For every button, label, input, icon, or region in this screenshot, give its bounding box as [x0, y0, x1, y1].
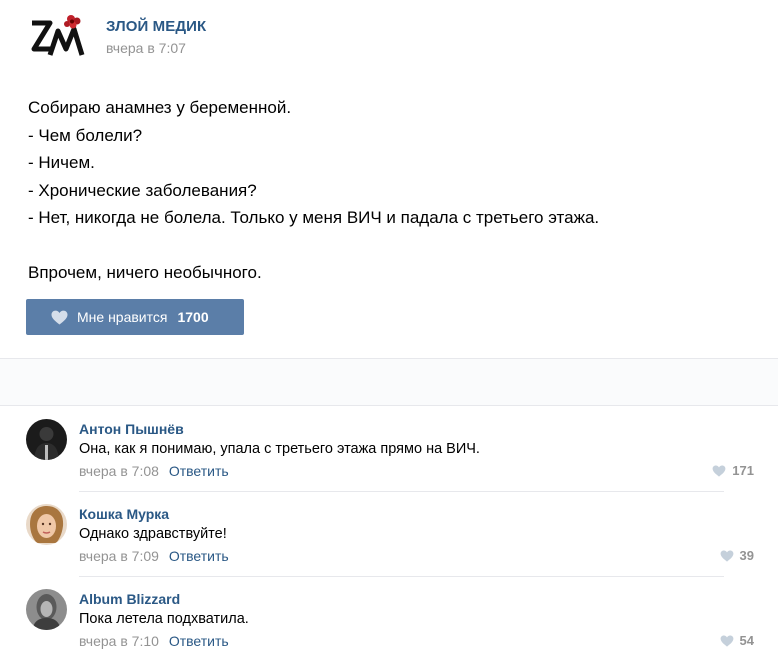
post-card: ЗЛОЙ МЕДИК вчера в 7:07 Собираю анамнез … [0, 0, 778, 358]
like-count: 1700 [177, 309, 209, 325]
post-text-line: - Хронические заболевания? [28, 180, 257, 200]
reply-button[interactable]: Ответить [169, 633, 229, 649]
avatar[interactable] [26, 419, 67, 460]
heart-icon [720, 634, 733, 647]
comment-meta: вчера в 7:08 Ответить [79, 463, 229, 479]
comment-item: Album Blizzard Пока летела подхватила. в… [0, 576, 778, 657]
post-timestamp[interactable]: вчера в 7:07 [106, 40, 186, 56]
reply-button[interactable]: Ответить [169, 463, 229, 479]
comment-meta: вчера в 7:09 Ответить [79, 548, 229, 564]
post-text-line: Собираю анамнез у беременной. [28, 98, 292, 117]
comment-author[interactable]: Антон Пышнёв [79, 421, 184, 437]
post-text-line: - Ничем. [28, 153, 95, 172]
like-button[interactable]: Мне нравится 1700 [26, 299, 244, 335]
heart-icon [720, 549, 733, 562]
comment-text: Пока летела подхватила. [79, 611, 249, 627]
comment-like[interactable]: 171 [712, 463, 754, 478]
comment-time[interactable]: вчера в 7:10 [79, 633, 159, 649]
comment-author[interactable]: Album Blizzard [79, 591, 180, 607]
comment-item: Антон Пышнёв Она, как я понимаю, упала с… [0, 406, 778, 491]
community-logo-icon[interactable] [28, 9, 88, 61]
section-separator [0, 358, 778, 406]
post-body: Собираю анамнез у беременной. - Чем боле… [28, 94, 748, 287]
post-author-name[interactable]: ЗЛОЙ МЕДИК [106, 18, 206, 35]
post-text-line: - Нет, никогда не болела. Только у меня … [28, 208, 600, 227]
post-text-line [28, 232, 748, 260]
comment-meta: вчера в 7:10 Ответить [79, 633, 229, 649]
avatar[interactable] [26, 589, 67, 630]
comment-time[interactable]: вчера в 7:08 [79, 463, 159, 479]
avatar[interactable] [26, 504, 67, 545]
comment-time[interactable]: вчера в 7:09 [79, 548, 159, 564]
reply-button[interactable]: Ответить [169, 548, 229, 564]
comment-like-count: 171 [732, 463, 754, 478]
comment-text: Она, как я понимаю, упала с третьего эта… [79, 441, 480, 457]
comment-like[interactable]: 54 [720, 633, 754, 648]
post-text-line: Впрочем, ничего необычного. [28, 263, 262, 282]
comment-like-count: 54 [739, 633, 754, 648]
heart-icon [51, 310, 68, 324]
post-text-line: - Чем болели? [28, 125, 143, 145]
comments-list: Антон Пышнёв Она, как я понимаю, упала с… [0, 406, 778, 657]
comment-like-count: 39 [739, 548, 754, 563]
comment-text: Однако здравствуйте! [79, 526, 227, 542]
comment-like[interactable]: 39 [720, 548, 754, 563]
comment-item: Кошка Мурка Однако здравствуйте! вчера в… [0, 491, 778, 576]
like-label: Мне нравится [77, 309, 168, 325]
heart-icon [712, 464, 726, 477]
comment-author[interactable]: Кошка Мурка [79, 506, 169, 522]
